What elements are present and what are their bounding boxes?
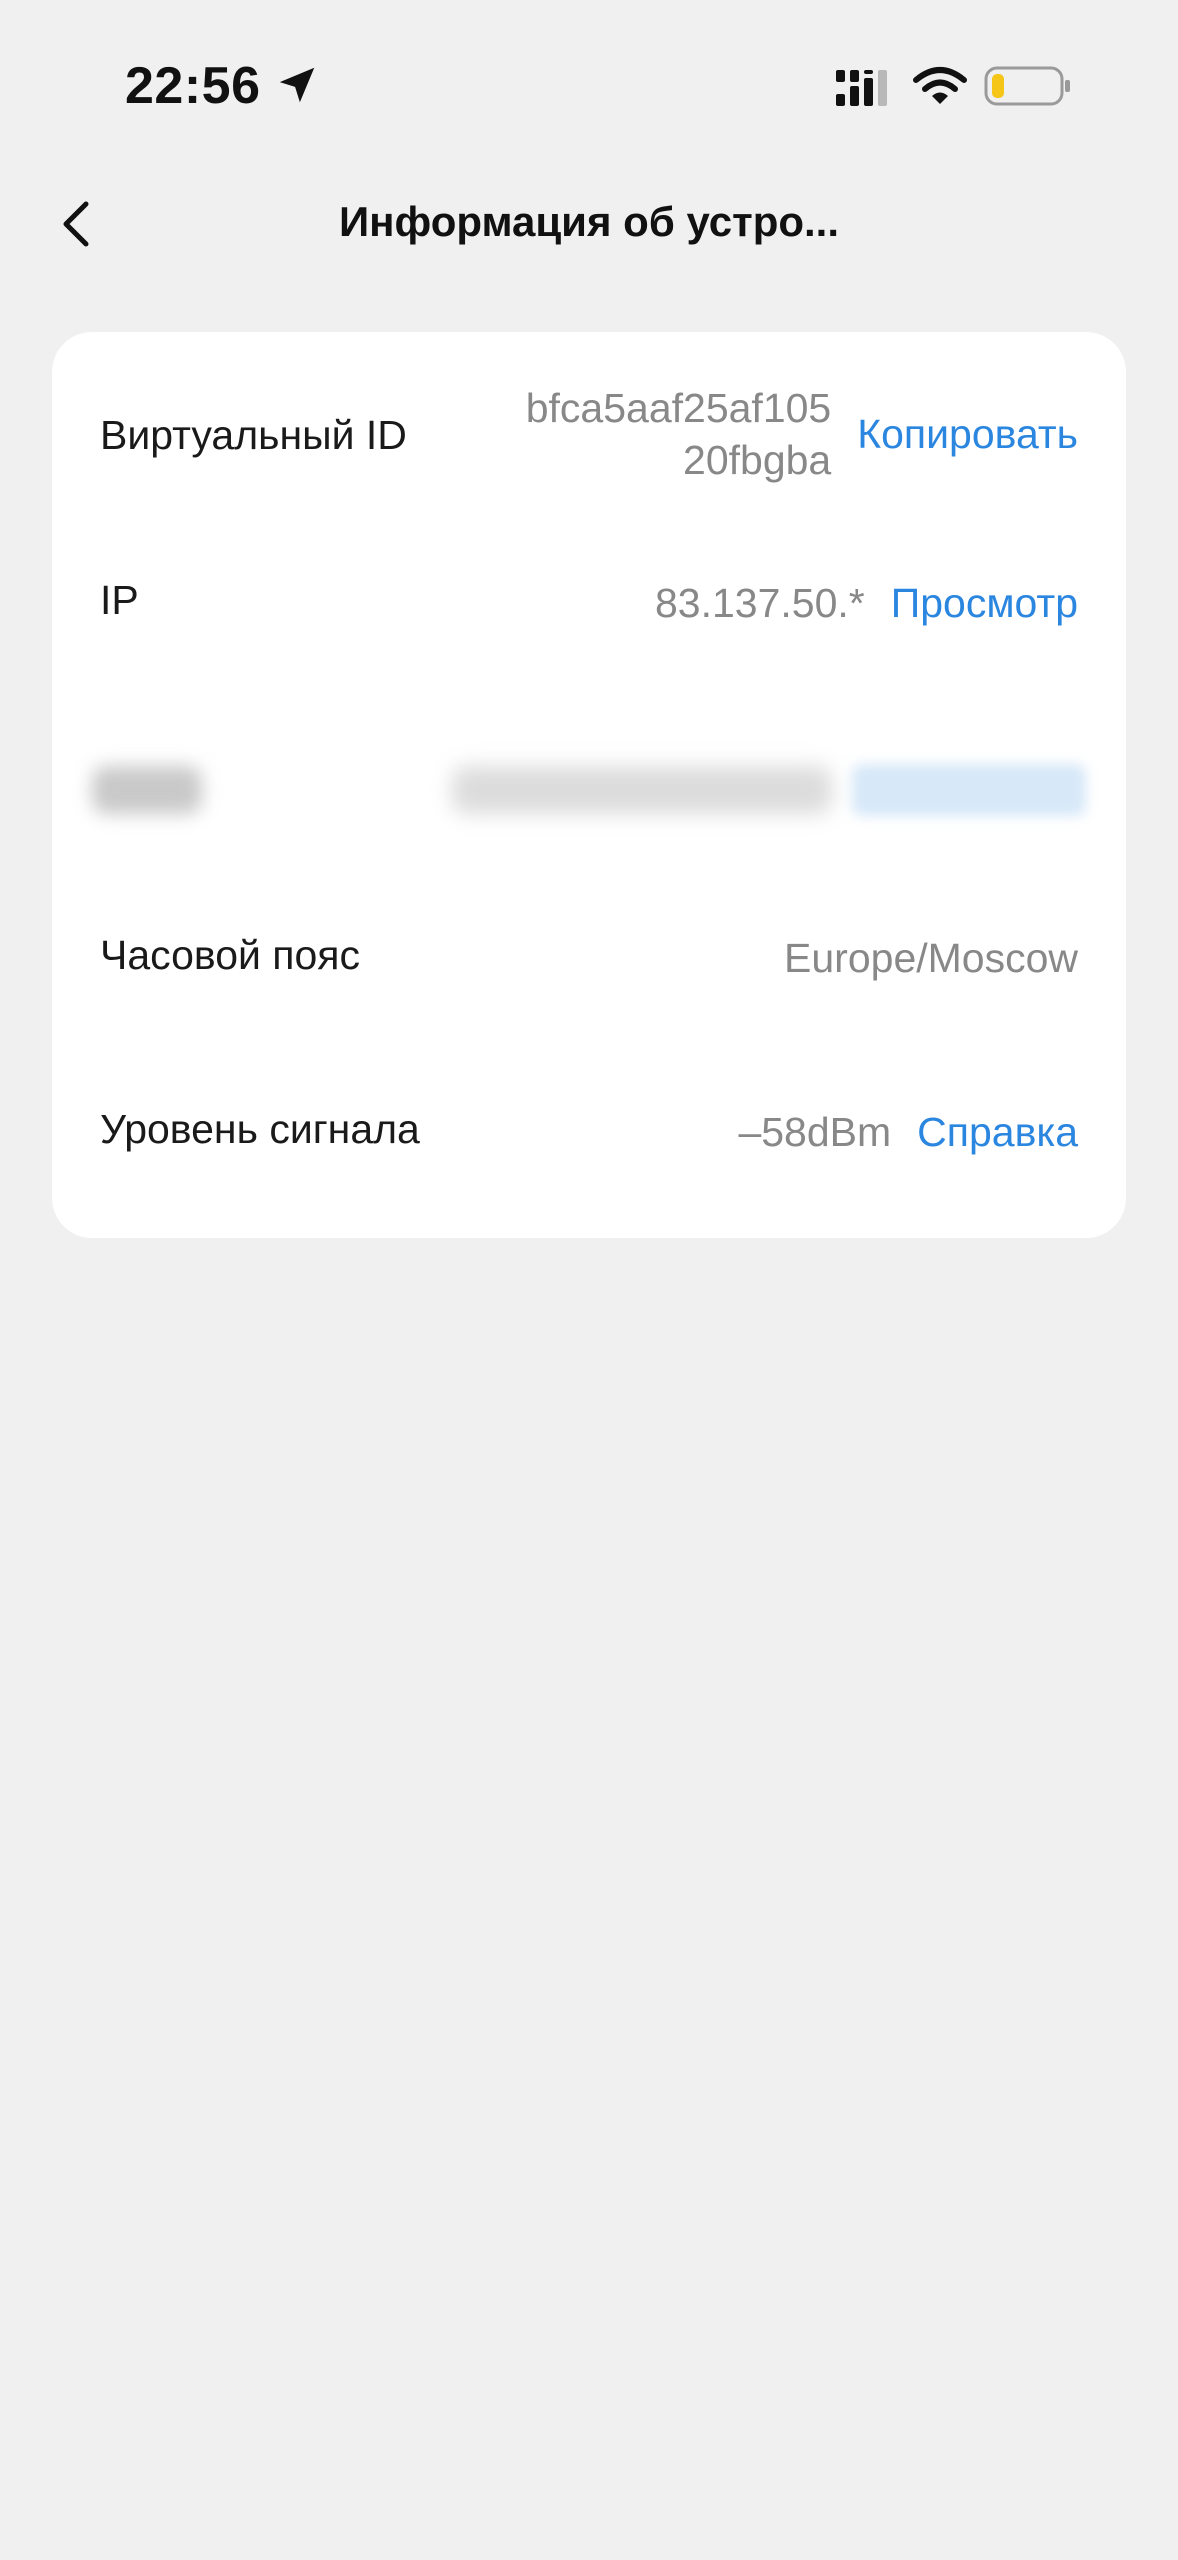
signal-label: Уровень сигнала (100, 1106, 420, 1152)
page-title: Информация об устро... (338, 198, 840, 245)
ip-right: 83.137.50.* Просмотр (655, 577, 1078, 629)
copy-button[interactable]: Копировать (857, 411, 1078, 458)
timezone-label: Часовой пояс (100, 932, 361, 978)
virtual-id-row: Виртуальный ID bfca5aaf25af105 20fbgba К… (100, 382, 1078, 502)
signal-row: Уровень сигнала –58dBm Справка (100, 1106, 1078, 1186)
device-info-card: Виртуальный ID bfca5aaf25af105 20fbgba К… (52, 332, 1126, 1238)
ip-label: IP (100, 577, 139, 623)
virtual-id-value: bfca5aaf25af105 20fbgba (525, 385, 832, 484)
redacted-action (852, 764, 1086, 816)
location-arrow-icon (279, 67, 315, 103)
ip-value: 83.137.50.* (655, 580, 865, 626)
timezone-right: Europe/Moscow (784, 932, 1078, 984)
signal-value: –58dBm (738, 1109, 892, 1155)
timezone-row: Часовой пояс Europe/Moscow (100, 932, 1078, 1012)
virtual-id-label: Виртуальный ID (100, 412, 407, 458)
signal-help-button[interactable]: Справка (917, 1109, 1078, 1156)
redacted-label (92, 766, 202, 814)
timezone-value: Europe/Moscow (784, 935, 1078, 981)
cellular-signal-icon (836, 70, 887, 106)
view-ip-button[interactable]: Просмотр (891, 580, 1078, 627)
wifi-icon (913, 67, 967, 104)
status-time: 22:56 (125, 57, 261, 115)
signal-right: –58dBm Справка (738, 1106, 1078, 1158)
redacted-row (92, 760, 1086, 820)
status-bar: 22:56 (0, 0, 1178, 150)
ip-row: IP 83.137.50.* Просмотр (100, 577, 1078, 657)
battery-low-icon (984, 66, 1070, 106)
virtual-id-right: bfca5aaf25af105 20fbgba Копировать (491, 382, 1078, 486)
redacted-value (452, 766, 832, 814)
